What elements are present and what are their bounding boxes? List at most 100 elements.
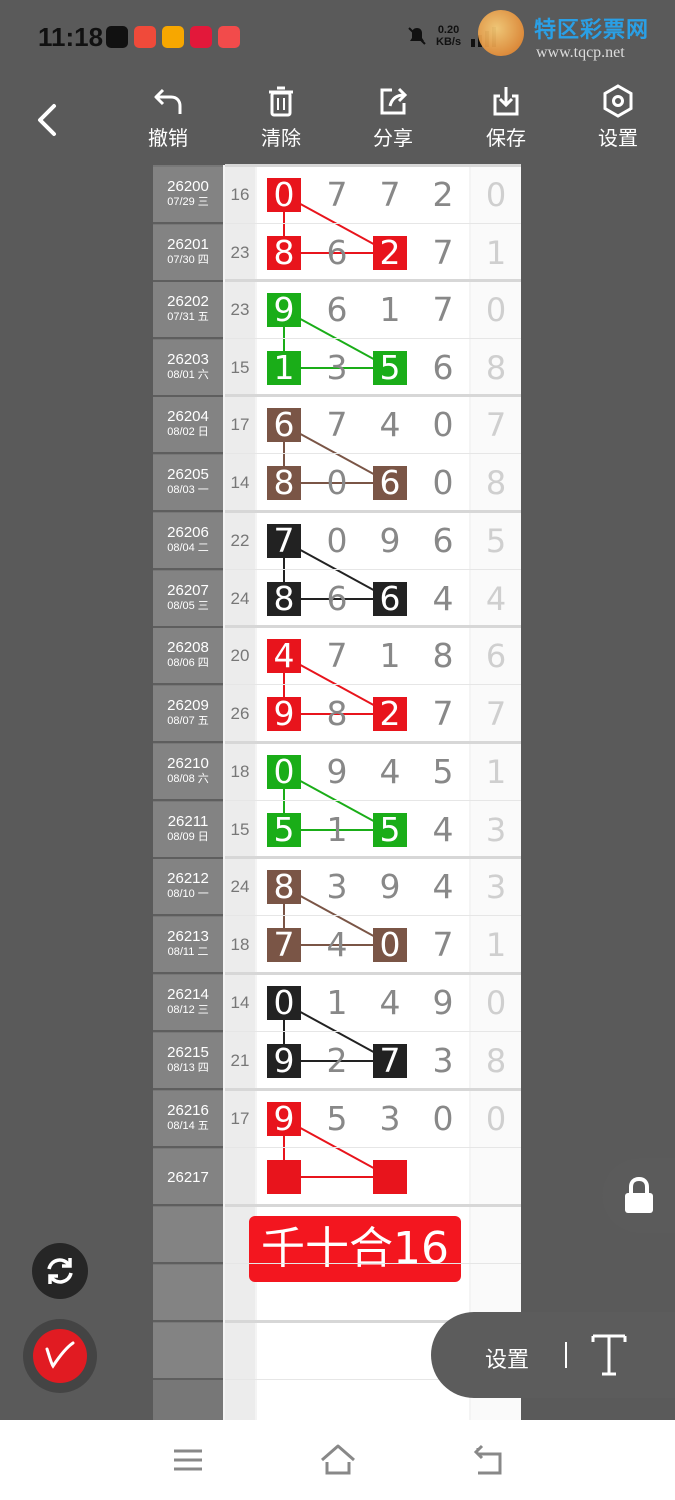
settings-button[interactable]: 设置 <box>578 84 658 151</box>
save-button[interactable]: 保存 <box>466 84 546 151</box>
home-icon[interactable] <box>319 1442 357 1478</box>
digit-cell[interactable]: 8 <box>267 466 301 500</box>
period-cell[interactable]: 26216 08/14 五 <box>153 1091 223 1148</box>
digit-cell[interactable]: 3 <box>320 870 354 904</box>
digit-cell[interactable]: 6 <box>373 582 407 616</box>
digit-cell[interactable]: 4 <box>373 408 407 442</box>
pen-button[interactable] <box>23 1319 97 1393</box>
lock-button[interactable] <box>602 1158 675 1233</box>
digit-cell[interactable]: 4 <box>426 870 460 904</box>
digit-cell[interactable]: 3 <box>373 1102 407 1136</box>
digit-cell[interactable]: 1 <box>320 986 354 1020</box>
digit-cell[interactable]: 0 <box>373 928 407 962</box>
digit-cell[interactable]: 0 <box>426 1102 460 1136</box>
refresh-button[interactable] <box>32 1243 88 1299</box>
digit-cell[interactable]: 0 <box>320 466 354 500</box>
period-cell[interactable]: 26212 08/10 一 <box>153 859 223 916</box>
period-cell[interactable]: 26217 <box>153 1149 223 1206</box>
digit-cell[interactable]: 6 <box>320 236 354 270</box>
digit-cell[interactable]: 7 <box>426 928 460 962</box>
text-settings-button[interactable]: 设置 <box>485 1342 529 1374</box>
period-cell[interactable]: 26201 07/30 四 <box>153 225 223 282</box>
digit-cell[interactable]: 6 <box>373 466 407 500</box>
clear-button[interactable]: 清除 <box>241 84 321 151</box>
period-cell[interactable]: 26211 08/09 日 <box>153 802 223 859</box>
digit-cell[interactable]: 0 <box>267 986 301 1020</box>
digit-cell[interactable]: 6 <box>320 582 354 616</box>
digit-cell[interactable]: 9 <box>267 697 301 731</box>
undo-button[interactable]: 撤销 <box>128 84 208 151</box>
lottery-chart[interactable]: 千十合16 26200 07/29 三 16 0 7 7 2 0 26201 07/30 四 23 8… <box>153 164 521 1420</box>
digit-cell[interactable]: 2 <box>426 178 460 212</box>
share-button[interactable]: 分享 <box>353 84 433 151</box>
period-cell[interactable]: 26202 07/31 五 <box>153 282 223 339</box>
digit-cell[interactable]: 7 <box>373 178 407 212</box>
digit-cell[interactable]: 7 <box>267 928 301 962</box>
digit-cell[interactable]: 5 <box>320 1102 354 1136</box>
period-cell[interactable]: 26200 07/29 三 <box>153 167 223 224</box>
digit-cell[interactable]: 9 <box>320 755 354 789</box>
digit-cell[interactable]: 1 <box>320 813 354 847</box>
digit-cell[interactable]: 6 <box>426 351 460 385</box>
digit-cell[interactable]: 7 <box>320 178 354 212</box>
period-cell[interactable]: 26204 08/02 日 <box>153 397 223 454</box>
period-cell[interactable]: 26207 08/05 三 <box>153 571 223 628</box>
digit-cell[interactable]: 0 <box>267 755 301 789</box>
digit-cell[interactable]: 4 <box>426 582 460 616</box>
period-cell[interactable]: 26213 08/11 二 <box>153 917 223 974</box>
digit-cell[interactable]: 7 <box>320 639 354 673</box>
digit-cell[interactable]: 6 <box>320 293 354 327</box>
digit-cell[interactable]: 2 <box>320 1044 354 1078</box>
digit-cell[interactable]: 4 <box>426 813 460 847</box>
digit-cell[interactable]: 9 <box>373 870 407 904</box>
digit-cell[interactable]: 7 <box>373 1044 407 1078</box>
period-cell[interactable]: 26210 08/08 六 <box>153 744 223 801</box>
digit-cell[interactable]: 5 <box>373 813 407 847</box>
period-cell[interactable]: 26203 08/01 六 <box>153 340 223 397</box>
digit-cell[interactable]: 3 <box>426 1044 460 1078</box>
digit-cell[interactable]: 8 <box>267 870 301 904</box>
digit-cell[interactable]: 4 <box>267 639 301 673</box>
digit-cell[interactable]: 9 <box>267 1044 301 1078</box>
digit-cell[interactable]: 0 <box>426 466 460 500</box>
digit-cell[interactable]: 6 <box>426 524 460 558</box>
digit-cell[interactable]: 7 <box>426 236 460 270</box>
digit-cell[interactable]: 8 <box>267 236 301 270</box>
digit-cell[interactable]: 0 <box>426 408 460 442</box>
period-cell[interactable]: 26214 08/12 三 <box>153 975 223 1032</box>
digit-cell-empty[interactable] <box>267 1160 301 1194</box>
digit-cell[interactable]: 1 <box>373 293 407 327</box>
period-cell[interactable]: 26209 08/07 五 <box>153 686 223 743</box>
digit-cell[interactable]: 9 <box>267 293 301 327</box>
digit-cell[interactable]: 0 <box>267 178 301 212</box>
digit-cell[interactable]: 0 <box>320 524 354 558</box>
period-cell[interactable]: 26215 08/13 四 <box>153 1033 223 1090</box>
chevron-left-icon[interactable] <box>30 102 66 138</box>
annotation-label[interactable]: 千十合16 <box>249 1216 461 1282</box>
digit-cell[interactable]: 4 <box>373 755 407 789</box>
digit-cell[interactable]: 5 <box>267 813 301 847</box>
period-cell[interactable]: 26206 08/04 二 <box>153 513 223 570</box>
digit-cell[interactable]: 6 <box>267 408 301 442</box>
period-cell[interactable]: 26208 08/06 四 <box>153 628 223 685</box>
digit-cell[interactable]: 8 <box>426 639 460 673</box>
digit-cell[interactable]: 1 <box>373 639 407 673</box>
menu-icon[interactable] <box>172 1442 204 1478</box>
digit-cell-empty[interactable] <box>373 1160 407 1194</box>
digit-cell[interactable]: 9 <box>426 986 460 1020</box>
digit-cell[interactable]: 7 <box>267 524 301 558</box>
digit-cell[interactable]: 9 <box>267 1102 301 1136</box>
period-cell[interactable]: 26205 08/03 一 <box>153 455 223 512</box>
digit-cell[interactable]: 1 <box>267 351 301 385</box>
digit-cell[interactable]: 2 <box>373 697 407 731</box>
digit-cell[interactable]: 7 <box>320 408 354 442</box>
text-tool-icon[interactable] <box>589 1330 629 1378</box>
digit-cell[interactable]: 7 <box>426 293 460 327</box>
digit-cell[interactable]: 5 <box>373 351 407 385</box>
back-icon[interactable] <box>470 1442 506 1478</box>
digit-cell[interactable]: 8 <box>320 697 354 731</box>
digit-cell[interactable]: 7 <box>426 697 460 731</box>
digit-cell[interactable]: 3 <box>320 351 354 385</box>
digit-cell[interactable]: 4 <box>373 986 407 1020</box>
digit-cell[interactable]: 4 <box>320 928 354 962</box>
